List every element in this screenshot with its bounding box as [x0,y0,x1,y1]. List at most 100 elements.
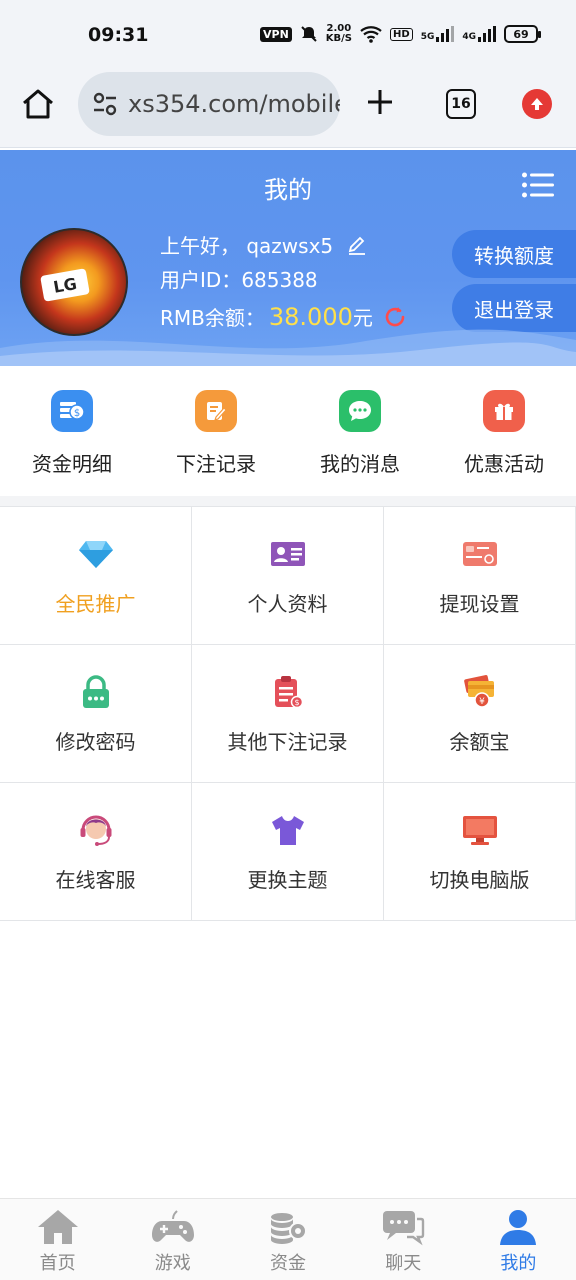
net-label-4g: 4G [462,32,476,42]
status-time: 09:31 [88,24,149,46]
shirt-icon [268,810,308,850]
message-icon [339,390,381,432]
svg-text:¥: ¥ [479,697,485,707]
svg-text:$: $ [294,698,299,707]
grid-item-label: 修改密码 [55,730,136,754]
address-bar[interactable]: xs354.com/mobile [78,72,340,136]
menu-icon[interactable] [522,172,554,198]
grid-item-label: 个人资料 [247,592,328,616]
refresh-icon[interactable] [383,305,407,329]
wifi-icon [360,26,382,43]
mute-icon [301,26,317,42]
browser-toolbar: xs354.com/mobile 16 [0,68,576,148]
hd-badge: HD [390,27,413,41]
page-title: 我的 [264,176,312,204]
tab-label: 聊天 [385,1253,422,1274]
user-id-line: 用户ID：685388 [160,264,318,293]
coins-icon [271,1213,307,1244]
grid-item-label: 提现设置 [439,592,520,616]
status-bar: 09:31 VPN 2.00 KB/S HD 5G 4G 69 [0,0,576,68]
quick-action-promotions[interactable]: 优惠活动 [432,366,576,496]
header-wave [0,329,576,366]
bet-record-icon [195,390,237,432]
grid-item-change-theme[interactable]: 更换主题 [192,783,384,921]
grid-item-label: 更换主题 [247,868,328,892]
browser-home-icon[interactable] [20,86,56,122]
username: qazwsx5 [246,234,334,258]
tab-games[interactable]: 游戏 [115,1199,230,1280]
money-icon: $ [51,390,93,432]
greeting-line: 上午好， qazwsx5 [160,230,368,259]
bank-card-icon [460,534,500,574]
signal-4g: 4G [462,26,496,42]
grid-item-online-support[interactable]: 在线客服 [0,783,192,921]
chat-icon [383,1211,425,1246]
tab-label: 我的 [500,1253,537,1274]
tab-switcher-button[interactable]: 16 [446,89,476,119]
grid-item-profile[interactable]: 个人资料 [192,507,384,645]
home-icon [37,1210,78,1244]
new-tab-icon[interactable] [364,86,396,118]
edit-icon[interactable] [346,234,368,256]
vpn-badge: VPN [260,26,292,42]
tab-chat[interactable]: 聊天 [346,1199,461,1280]
monitor-icon [460,810,500,850]
user-id-value: 685388 [241,268,318,292]
logout-button[interactable]: 退出登录 [452,284,576,332]
tab-label: 首页 [39,1253,76,1274]
signal-bars-icon [478,26,496,42]
convert-quota-button[interactable]: 转换额度 [452,230,576,278]
bottom-tab-bar: 首页 游戏 资金 聊天 我的 [0,1198,576,1280]
grid-item-label: 其他下注记录 [227,730,348,754]
quick-actions: $ 资金明细 下注记录 我的消息 优惠活动 [0,366,576,496]
user-icon [500,1210,537,1245]
tab-label: 资金 [270,1253,306,1274]
signal-5g: 5G [421,26,455,42]
grid-item-yuebao[interactable]: ¥ 余额宝 [384,645,576,783]
site-settings-icon[interactable] [90,89,120,119]
profile-header: 我的 LG 上午好， qazwsx5 用户ID：685388 RMB余额： 38… [0,150,576,366]
speed-unit: KB/S [325,33,353,44]
grid-item-label: 在线客服 [55,868,136,892]
grid-item-promotion[interactable]: 全民推广 [0,507,192,645]
quick-action-bet-records[interactable]: 下注记录 [144,366,288,496]
tab-mine[interactable]: 我的 [461,1199,576,1280]
lock-icon [76,672,116,712]
wallet-icon: ¥ [460,672,500,712]
url-text[interactable]: xs354.com/mobile [128,90,340,118]
headset-icon [76,810,116,850]
svg-text:$: $ [74,408,80,419]
feature-grid: 全民推广 个人资料 提现设置 修改密码 $ 其他下注记录 ¥ 余额宝 在线客服 … [0,506,576,921]
signal-bars-icon [436,26,455,42]
quick-action-label: 优惠活动 [464,452,544,476]
diamond-icon [76,534,116,574]
status-indicators: VPN 2.00 KB/S HD 5G 4G 69 [260,24,541,44]
section-divider [0,496,576,506]
id-card-icon [268,534,308,574]
gamepad-icon [151,1210,194,1242]
tab-funds[interactable]: 资金 [230,1199,345,1280]
grid-item-desktop-version[interactable]: 切换电脑版 [384,783,576,921]
network-speed: 2.00 KB/S [326,24,352,44]
grid-item-change-password[interactable]: 修改密码 [0,645,192,783]
grid-item-label: 余额宝 [449,730,510,754]
avatar[interactable]: LG [20,228,128,336]
net-label-5g: 5G [420,32,435,42]
greeting-text: 上午好， [160,234,240,258]
clipboard-icon: $ [268,672,308,712]
tab-home[interactable]: 首页 [0,1199,115,1280]
grid-item-label: 切换电脑版 [429,868,530,892]
tab-label: 游戏 [154,1253,191,1274]
grid-item-label: 全民推广 [55,592,136,616]
quick-action-label: 资金明细 [32,452,112,476]
gift-icon [483,390,525,432]
grid-item-other-bet-records[interactable]: $ 其他下注记录 [192,645,384,783]
grid-item-withdraw-settings[interactable]: 提现设置 [384,507,576,645]
quick-action-fund-details[interactable]: $ 资金明细 [0,366,144,496]
quick-action-messages[interactable]: 我的消息 [288,366,432,496]
update-icon[interactable] [522,89,552,119]
quick-action-label: 我的消息 [320,452,400,476]
quick-action-label: 下注记录 [176,452,256,476]
user-id-label: 用户ID： [160,268,242,292]
battery-icon: 69 [504,25,541,43]
